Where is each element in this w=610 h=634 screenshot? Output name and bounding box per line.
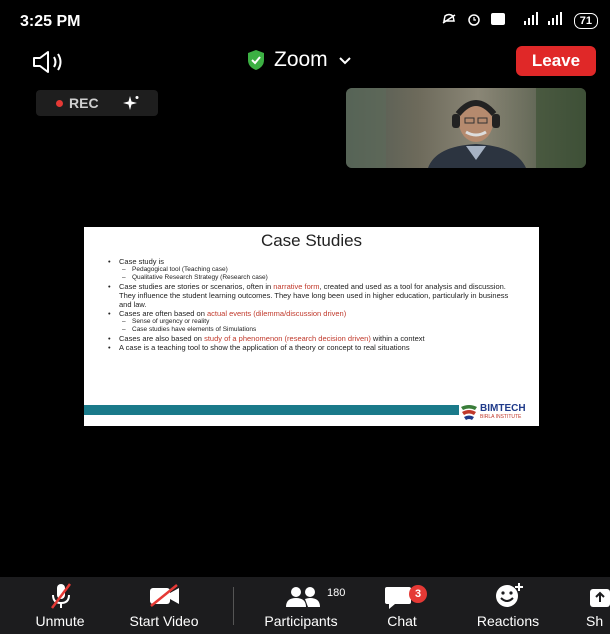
participants-count: 180 bbox=[327, 587, 346, 599]
record-dot-icon bbox=[56, 99, 63, 107]
speaker-icon bbox=[33, 51, 62, 73]
slide-title: Case Studies bbox=[260, 231, 363, 250]
participant-video[interactable] bbox=[346, 88, 586, 168]
status-time: 3:25 PM bbox=[20, 13, 81, 30]
reactions-button[interactable]: Reactions bbox=[462, 577, 554, 634]
slide-sub-bullet: Sense of urgency or reality bbox=[108, 318, 518, 326]
start-video-button[interactable]: Start Video bbox=[112, 577, 216, 634]
slide-sub-bullet: Case studies have elements of Simulation… bbox=[108, 326, 518, 334]
slide-bullet: A case is a teaching tool to show the ap… bbox=[108, 343, 518, 352]
participants-button[interactable]: 180 Participants bbox=[245, 577, 357, 634]
start-video-label: Start Video bbox=[129, 613, 199, 629]
reactions-label: Reactions bbox=[476, 613, 540, 629]
volte-icon bbox=[490, 12, 506, 29]
app-title: Zoom bbox=[274, 48, 328, 71]
battery-indicator: 71 bbox=[573, 12, 598, 29]
slide-footer-bar bbox=[84, 405, 459, 415]
logo-subtext: BIRLA INSTITUTE bbox=[480, 414, 522, 420]
slide-bullet: Cases are also based on study of a pheno… bbox=[108, 334, 518, 343]
bimtech-logo-icon bbox=[461, 405, 477, 420]
status-icons: 71 bbox=[440, 12, 598, 29]
logo-text: BIMTECH bbox=[480, 403, 526, 414]
participants-label: Participants bbox=[264, 613, 338, 629]
participants-icon bbox=[286, 587, 320, 607]
slide-sub-bullet: Qualitative Research Strategy (Research … bbox=[108, 274, 518, 282]
sparkle-icon bbox=[122, 96, 139, 110]
slide-bullet: Case studies are stories or scenarios, o… bbox=[108, 282, 518, 309]
share-label: Sh bbox=[586, 613, 604, 629]
recording-indicator[interactable]: REC bbox=[36, 90, 158, 116]
reaction-emoji-icon bbox=[496, 583, 523, 607]
slide-body: Case study is Pedagogical tool (Teaching… bbox=[108, 257, 518, 352]
unmute-button[interactable]: Unmute bbox=[22, 577, 98, 634]
share-icon bbox=[590, 589, 610, 607]
speaker-button[interactable] bbox=[30, 48, 70, 76]
muted-microphone-icon bbox=[51, 583, 71, 609]
slide-bullet: Cases are often based on actual events (… bbox=[108, 309, 518, 318]
bottom-toolbar: Unmute Start Video 180 Participants 3 Ch… bbox=[0, 577, 610, 634]
chat-button[interactable]: 3 Chat bbox=[377, 577, 427, 634]
chat-label: Chat bbox=[387, 613, 417, 629]
video-off-icon bbox=[150, 584, 179, 607]
signal-4g-icon bbox=[514, 12, 538, 29]
participant-image bbox=[346, 88, 586, 168]
rec-label: REC bbox=[69, 95, 99, 111]
signal-icon bbox=[546, 12, 566, 29]
status-bar: 3:25 PM 71 bbox=[0, 0, 610, 40]
chat-unread-badge: 3 bbox=[409, 585, 427, 603]
share-button[interactable]: Sh bbox=[580, 577, 610, 634]
shield-icon bbox=[248, 50, 264, 70]
unmute-label: Unmute bbox=[35, 613, 85, 629]
slide-sub-bullet: Pedagogical tool (Teaching case) bbox=[108, 266, 518, 274]
mute-notifications-icon bbox=[440, 12, 458, 29]
toolbar-divider bbox=[233, 587, 234, 625]
alarm-icon bbox=[466, 12, 482, 29]
slide-bullet: Case study is bbox=[108, 257, 518, 266]
leave-button[interactable]: Leave bbox=[516, 46, 596, 76]
meeting-header: Zoom Leave bbox=[0, 40, 610, 84]
chevron-down-icon bbox=[338, 57, 351, 65]
shared-slide: Case Studies Case study is Pedagogical t… bbox=[84, 227, 539, 426]
bimtech-logo: BIMTECH BIRLA INSTITUTE bbox=[460, 401, 536, 423]
meeting-title-button[interactable]: Zoom bbox=[246, 48, 352, 72]
